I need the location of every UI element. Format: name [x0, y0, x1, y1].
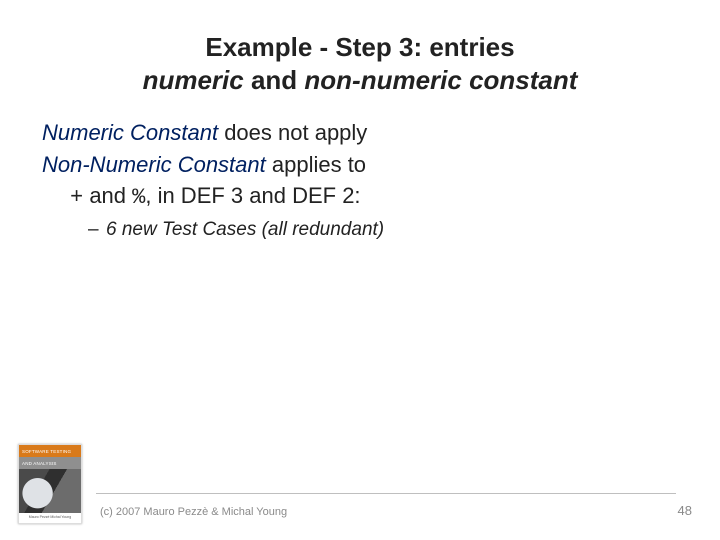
- code-plus: +: [70, 185, 83, 210]
- title-italic-2: non-numeric constant: [304, 65, 577, 95]
- body-line-3-rest: , in DEF 3 and DEF 2:: [145, 183, 360, 208]
- page-number: 48: [678, 503, 692, 518]
- body-line-1: Numeric Constant does not apply: [42, 118, 678, 148]
- body-line-2: Non-Numeric Constant applies to: [42, 150, 678, 180]
- slide: Example - Step 3: entries numeric and no…: [0, 0, 720, 540]
- footer-copyright: (c) 2007 Mauro Pezzè & Michal Young: [100, 506, 287, 518]
- title-italic-1: numeric: [143, 65, 244, 95]
- body-subitem-1: 6 new Test Cases (all redundant): [42, 217, 678, 243]
- body-line-3-mid: and: [83, 183, 132, 208]
- body-line-3: + and %, in DEF 3 and DEF 2:: [42, 181, 678, 213]
- title-line-1: Example - Step 3: entries: [0, 31, 720, 64]
- book-cover-thumbnail: SOFTWARE TESTING AND ANALYSIS Mauro Pezz…: [18, 444, 82, 524]
- title-line-2: numeric and non-numeric constant: [0, 64, 720, 97]
- cover-photo: [19, 469, 81, 513]
- cover-title-bar: SOFTWARE TESTING: [19, 445, 81, 457]
- term-numeric-constant: Numeric Constant: [42, 120, 218, 145]
- cover-authors-text: Mauro Pezzè Michal Young: [29, 515, 71, 519]
- cover-title-text: SOFTWARE TESTING: [22, 449, 71, 454]
- slide-title: Example - Step 3: entries numeric and no…: [0, 31, 720, 96]
- footer-divider: [96, 493, 676, 494]
- title-mid: and: [244, 65, 305, 95]
- code-percent: %: [132, 185, 145, 210]
- cover-subtitle-text: AND ANALYSIS: [22, 461, 57, 466]
- body-line-1-rest: does not apply: [218, 120, 367, 145]
- body-line-2-rest: applies to: [266, 152, 366, 177]
- term-non-numeric-constant: Non-Numeric Constant: [42, 152, 266, 177]
- slide-body: Numeric Constant does not apply Non-Nume…: [42, 118, 678, 243]
- cover-authors: Mauro Pezzè Michal Young: [19, 513, 81, 521]
- cover-subtitle-bar: AND ANALYSIS: [19, 457, 81, 469]
